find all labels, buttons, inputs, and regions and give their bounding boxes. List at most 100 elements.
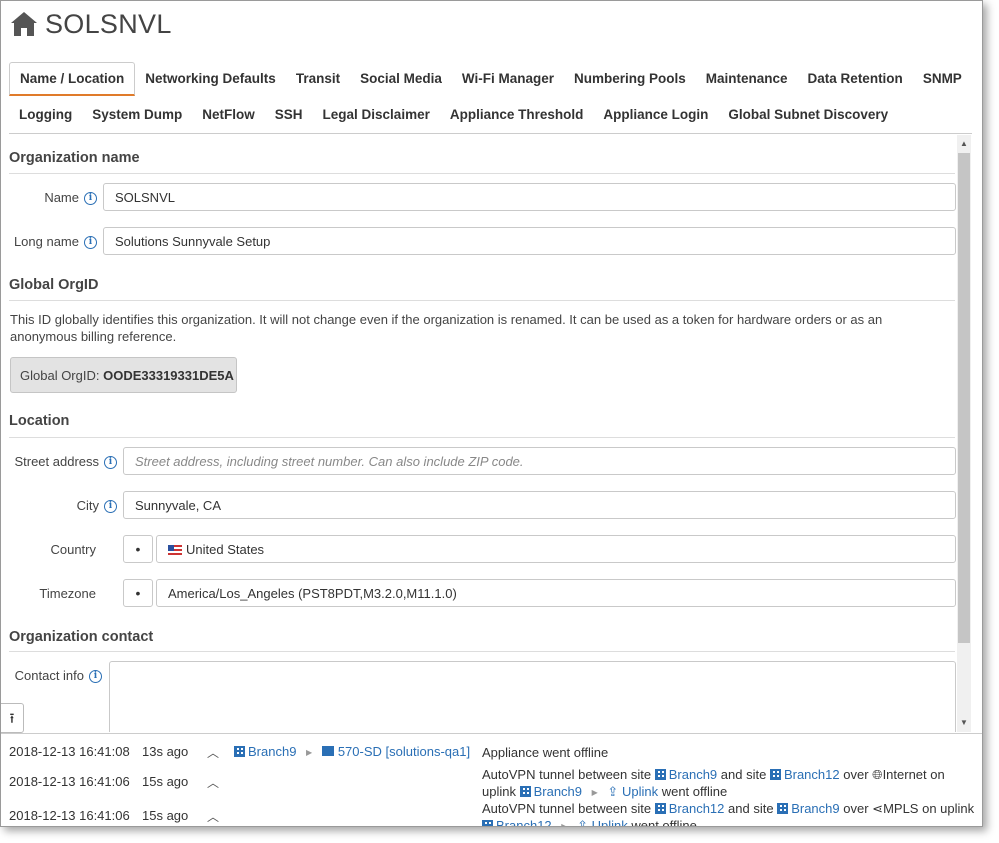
chevron-up-icon[interactable]: ︿ [207, 774, 219, 791]
info-icon[interactable]: i [104, 456, 117, 470]
site-link[interactable]: Branch12 [654, 801, 725, 816]
name-label-text: Name [44, 190, 79, 205]
uplink-icon: ⇪ [577, 818, 588, 827]
site-name: Branch9 [248, 744, 297, 759]
appliance-icon [321, 746, 334, 756]
site-name: Branch12 [668, 801, 725, 816]
tab-social-media[interactable]: Social Media [350, 62, 452, 96]
contact-info-textarea[interactable] [109, 661, 956, 732]
event-age: 15s ago [142, 808, 189, 823]
site-link[interactable]: Branch9 [234, 744, 296, 759]
divider [9, 437, 955, 438]
building-icon [777, 803, 789, 814]
tab-global-subnet-discovery[interactable]: Global Subnet Discovery [718, 98, 898, 132]
country-select[interactable]: United States [156, 535, 956, 563]
site-name: Branch9 [791, 801, 840, 816]
long-name-label-text: Long name [13, 234, 79, 249]
event-log: 2018-12-13 16:41:08 13s ago ︿ Branch9 ▶ … [1, 733, 982, 827]
tab-numbering-pools[interactable]: Numbering Pools [564, 62, 696, 96]
info-icon[interactable]: i [84, 192, 97, 206]
divider [9, 173, 955, 174]
site-link[interactable]: Branch12 [769, 767, 840, 782]
event-message: Appliance went offline [482, 745, 609, 760]
tab-networking-defaults[interactable]: Networking Defaults [135, 62, 286, 96]
tab-wifi-manager[interactable]: Wi-Fi Manager [452, 62, 564, 96]
event-timestamp: 2018-12-13 16:41:06 [9, 774, 130, 789]
event-age: 15s ago [142, 774, 189, 789]
msg-text: and site [728, 801, 774, 816]
country-value: United States [186, 542, 265, 557]
tab-legal-disclaimer[interactable]: Legal Disclaimer [313, 98, 440, 132]
msg-text: over [843, 767, 869, 782]
scroll-up-icon[interactable]: ▲ [957, 137, 971, 151]
info-icon[interactable]: i [104, 500, 117, 514]
tab-data-retention[interactable]: Data Retention [798, 62, 913, 96]
share-icon: ⋖ [872, 801, 884, 816]
contact-info-label-text: Contact info [14, 668, 84, 683]
site-name: Branch12 [496, 818, 552, 827]
building-icon [654, 769, 666, 780]
tab-transit[interactable]: Transit [286, 62, 350, 96]
tab-name-location[interactable]: Name / Location [9, 62, 136, 96]
uplink-icon: ⇪ [607, 784, 619, 799]
uplink-name: Uplink [621, 784, 659, 799]
timezone-select[interactable]: America/Los_Angeles (PST8PDT,M3.2.0,M11.… [156, 579, 956, 607]
msg-text: over [843, 801, 869, 816]
tabs-divider [9, 133, 972, 134]
tab-maintenance[interactable]: Maintenance [696, 62, 798, 96]
chevron-up-icon[interactable]: ︿ [207, 744, 219, 761]
street-address-input[interactable]: Street address, including street number.… [123, 447, 956, 475]
site-name: Branch12 [783, 767, 840, 782]
msg-text: went offline [661, 784, 728, 799]
caret-right-icon: ▶ [591, 788, 598, 797]
uplink-name: Uplink [591, 818, 628, 827]
contact-info-label: Contact info i [9, 668, 102, 684]
event-age: 13s ago [142, 744, 189, 759]
orgid-badge-label: Global OrgID: [20, 368, 100, 383]
site-link[interactable]: Branch9 [777, 801, 840, 816]
chevron-up-icon[interactable]: ︿ [207, 808, 219, 825]
home-icon[interactable] [9, 10, 39, 38]
event-message: AutoVPN tunnel between site Branch9 and … [482, 766, 982, 801]
caret-right-icon: ▶ [306, 748, 313, 757]
tab-appliance-login[interactable]: Appliance Login [593, 98, 718, 132]
uplink-link[interactable]: ⇪ Uplink [607, 784, 658, 799]
timezone-dropdown-toggle[interactable]: • [123, 579, 153, 607]
scrollbar[interactable]: ▲ ▼ [957, 135, 971, 732]
divider [9, 651, 955, 652]
tab-snmp[interactable]: SNMP [913, 62, 972, 96]
site-link[interactable]: Branch9 [519, 784, 583, 799]
msg-text: AutoVPN tunnel between site [482, 767, 652, 782]
site-name: Branch9 [533, 784, 583, 799]
info-icon[interactable]: i [89, 670, 102, 684]
tab-ssh[interactable]: SSH [265, 98, 313, 132]
org-title: SOLSNVL [45, 8, 172, 39]
event-path: Branch9 ▶ 570-SD [solutions-qa1] [234, 744, 470, 759]
city-input[interactable]: Sunnyvale, CA [123, 491, 956, 519]
info-icon[interactable]: i [84, 236, 97, 250]
scroll-thumb[interactable] [958, 153, 970, 643]
section-title-global-orgid: Global OrgID [9, 277, 99, 293]
msg-text: and site [720, 767, 767, 782]
device-link[interactable]: 570-SD [solutions-qa1] [321, 744, 470, 759]
tab-appliance-threshold[interactable]: Appliance Threshold [440, 98, 594, 132]
page-header: SOLSNVL [9, 7, 172, 41]
tab-logging[interactable]: Logging [9, 98, 82, 132]
uplink-link[interactable]: ⇪ Uplink [577, 818, 628, 827]
building-icon [654, 803, 666, 814]
tab-netflow[interactable]: NetFlow [192, 98, 265, 132]
building-icon [769, 769, 781, 780]
name-input[interactable]: SOLSNVL [103, 183, 956, 211]
scroll-down-icon[interactable]: ▼ [957, 716, 971, 730]
long-name-input[interactable]: Solutions Sunnyvale Setup [103, 227, 956, 255]
event-timestamp: 2018-12-13 16:41:08 [9, 744, 130, 759]
country-label: Country [50, 542, 96, 557]
country-dropdown-toggle[interactable]: • [123, 535, 153, 563]
orgid-description: This ID globally identifies this organiz… [10, 312, 883, 344]
street-label-text: Street address [14, 454, 99, 469]
site-link[interactable]: Branch12 [482, 818, 552, 827]
tab-system-dump[interactable]: System Dump [82, 98, 192, 132]
site-link[interactable]: Branch9 [654, 767, 717, 782]
section-title-location: Location [9, 413, 70, 429]
scroll-top-button[interactable]: ⭱ [1, 703, 24, 733]
